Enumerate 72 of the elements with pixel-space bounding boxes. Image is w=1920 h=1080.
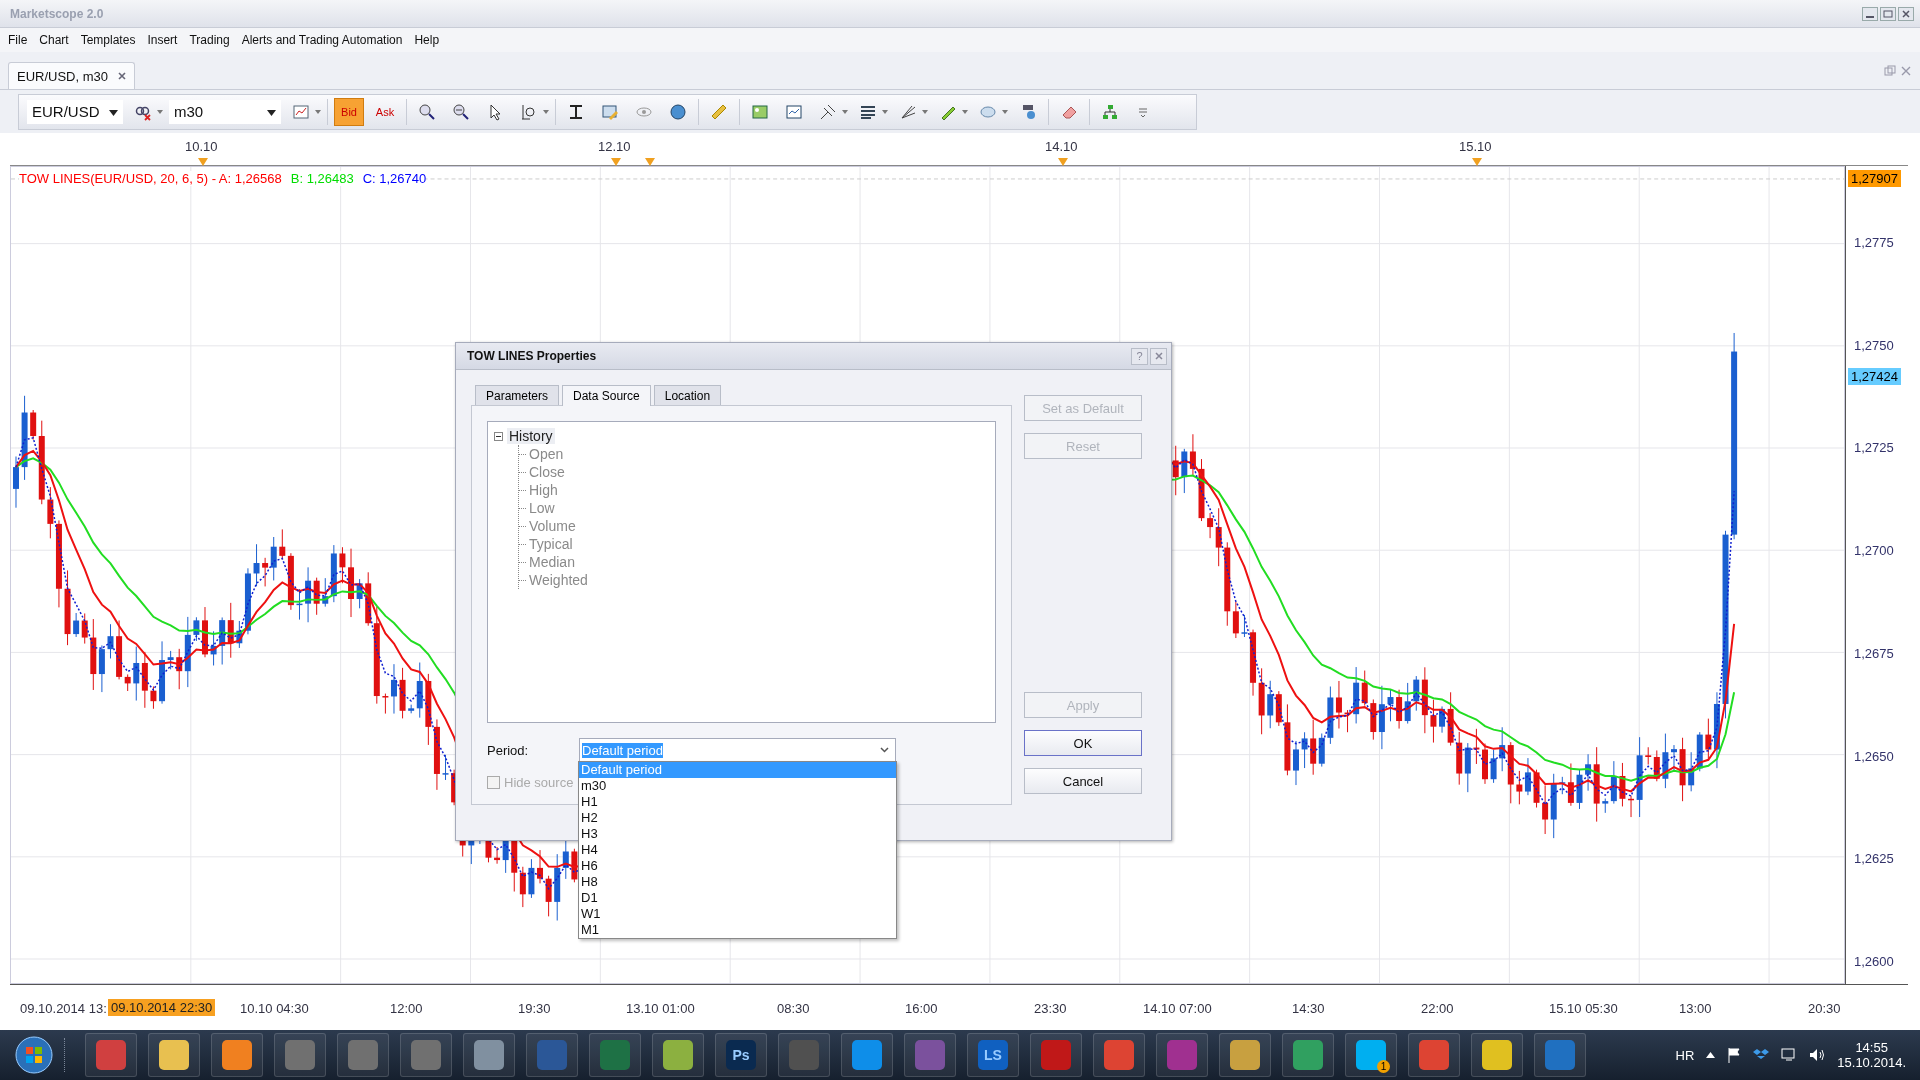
dialog-button[interactable]: OK (1024, 730, 1142, 756)
dialog-title: TOW LINES Properties (467, 349, 598, 363)
menu-item[interactable]: Alerts and Trading Automation (241, 33, 403, 47)
time-label: 14:30 (1292, 1001, 1325, 1016)
time-label: 19:30 (518, 1001, 551, 1016)
indicator-legend: TOW LINES(EUR/USD, 20, 6, 5) - A: 1,26568 (19, 171, 282, 186)
period-label: Period: (487, 742, 530, 758)
dialog-tab[interactable]: Parameters (475, 385, 560, 405)
time-label: 13:00 (1679, 1001, 1712, 1016)
time-label: 15.10 05:30 (1549, 1001, 1618, 1016)
date-label: 10.10 (185, 139, 218, 154)
time-label: 22:00 (1421, 1001, 1454, 1016)
taskbar-app-button[interactable]: LS (967, 1033, 1019, 1077)
dropdown-option[interactable]: H4 (579, 842, 896, 858)
menu-item[interactable]: Insert (147, 33, 178, 47)
price-label: 1,2625 (1854, 851, 1894, 867)
price-label: 1,2775 (1854, 235, 1894, 250)
dropdown-option[interactable]: W1 (579, 906, 896, 922)
price-label: 1,2725 (1854, 440, 1894, 456)
time-label: 16:00 (905, 1001, 938, 1016)
menu-item[interactable]: Chart (39, 33, 69, 47)
dialog-tab[interactable]: Location (653, 385, 722, 405)
cursor-time-label: 09.10.2014 22:30 (108, 999, 216, 1016)
time-label: 12:00 (390, 1001, 423, 1016)
dialog-tab[interactable]: Data Source (562, 385, 651, 406)
date-label: 14.10 (1045, 139, 1078, 154)
dialog-button[interactable]: Cancel (1024, 768, 1142, 794)
time-label: 23:30 (1034, 1001, 1067, 1016)
price-marker: 1,27424 (1848, 368, 1901, 385)
menu-item[interactable]: Trading (189, 33, 230, 47)
clock-time: 14:55 (1855, 1040, 1888, 1055)
taskbar-app-button[interactable]: Ps (715, 1033, 767, 1077)
date-label: 15.10 (1459, 139, 1492, 154)
price-label: 1,2700 (1854, 543, 1894, 559)
time-label: 08:30 (777, 1001, 810, 1016)
dropdown-option[interactable]: H8 (579, 874, 896, 890)
dropdown-option[interactable]: H2 (579, 810, 896, 826)
time-label: 09.10.2014 13: (20, 1001, 107, 1016)
price-marker: 1,27907 (1848, 170, 1901, 187)
time-label: 20:30 (1808, 1001, 1841, 1016)
ask-button[interactable]: Ask (370, 97, 400, 126)
dropdown-option[interactable]: H3 (579, 826, 896, 842)
checkbox-label: Hide source (504, 775, 574, 790)
price-label: 1,2600 (1854, 953, 1894, 969)
time-label: 10.10 04:30 (240, 1001, 309, 1016)
dropdown-option[interactable]: m30 (579, 778, 896, 794)
window-title: Marketscope 2.0 (10, 6, 104, 21)
price-label: 1,2675 (1854, 645, 1894, 661)
app-icon: LS (978, 1040, 1008, 1070)
dropdown-option[interactable]: D1 (579, 890, 896, 906)
indicator-legend: C: 1,26740 (362, 171, 427, 186)
menu-item[interactable]: File (8, 33, 28, 47)
tree-item[interactable]: History (507, 428, 555, 444)
timeframe-dropdown[interactable]: m30 (169, 99, 281, 124)
menu-item[interactable]: Templates (80, 33, 136, 47)
price-label: 1,2750 (1854, 337, 1894, 353)
app-icon: Ps (726, 1040, 756, 1070)
language-indicator[interactable]: HR (1675, 1047, 1695, 1063)
dropdown-option[interactable]: M1 (579, 922, 896, 938)
instrument-dropdown[interactable]: EUR/USD (27, 99, 123, 124)
date-label: 12.10 (598, 139, 631, 154)
menu-item[interactable]: Help (414, 33, 440, 47)
dropdown-option[interactable]: H6 (579, 858, 896, 874)
chart-tab[interactable]: EUR/USD, m30 (8, 62, 136, 89)
time-label: 13.10 01:00 (626, 1001, 695, 1016)
taskbar-app-button[interactable]: 1 (1345, 1033, 1397, 1077)
indicator-legend: B: 1,26483 (290, 171, 354, 186)
clock-date: 15.10.2014. (1837, 1055, 1906, 1070)
dropdown-option[interactable]: H1 (579, 794, 896, 810)
price-label: 1,2650 (1854, 748, 1894, 764)
notification-badge: 1 (1377, 1060, 1390, 1073)
time-label: 14.10 07:00 (1143, 1001, 1212, 1016)
